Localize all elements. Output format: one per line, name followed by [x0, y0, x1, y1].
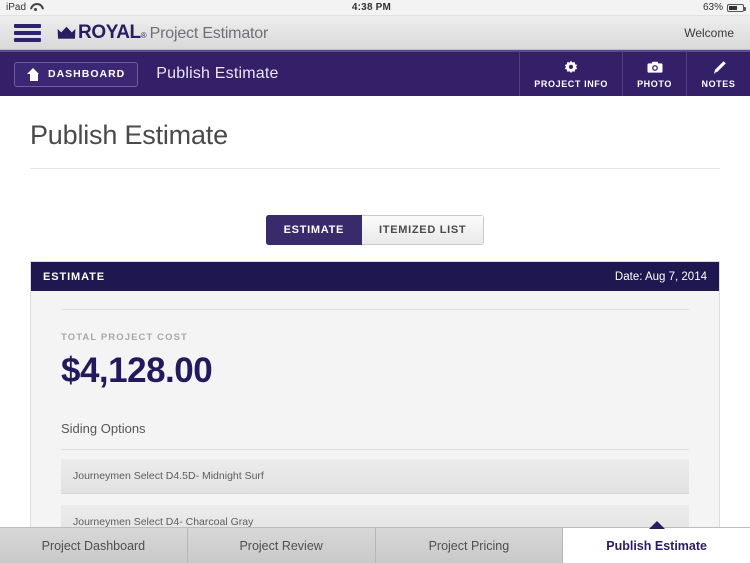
- hamburger-menu-icon[interactable]: [14, 23, 41, 42]
- tab-publish-estimate-label: Publish Estimate: [606, 538, 707, 553]
- battery-icon: [726, 3, 746, 12]
- home-icon: [27, 67, 40, 81]
- brand-header: ROYAL ® Project Estimator Welcome: [0, 16, 750, 50]
- ios-status-bar: iPad 4:38 PM 63%: [0, 0, 750, 16]
- photo-label: PHOTO: [637, 78, 672, 89]
- crown-icon: [57, 26, 76, 39]
- status-right: 63%: [702, 2, 746, 13]
- nav-left-group: DASHBOARD Publish Estimate: [0, 52, 519, 96]
- welcome-label[interactable]: Welcome: [684, 26, 734, 40]
- logo-registered-mark: ®: [140, 30, 147, 40]
- project-info-button[interactable]: PROJECT INFO: [519, 52, 622, 96]
- tab-project-pricing[interactable]: Project Pricing: [375, 528, 564, 563]
- title-divider: [30, 168, 720, 169]
- wifi-icon: [30, 3, 40, 12]
- active-tab-caret-icon: [648, 521, 665, 529]
- logo-subtitle: Project Estimator: [149, 24, 269, 42]
- logo-royal-text: ROYAL: [78, 21, 141, 43]
- device-label: iPad: [6, 2, 27, 13]
- list-item[interactable]: Journeymen Select D4.5D- Midnight Surf: [61, 459, 689, 494]
- app-logo: ROYAL ® Project Estimator: [57, 22, 268, 44]
- tab-publish-estimate[interactable]: Publish Estimate: [563, 521, 750, 563]
- dashboard-button-label: DASHBOARD: [48, 68, 126, 80]
- dashboard-button[interactable]: DASHBOARD: [14, 61, 139, 87]
- estimate-card-header: ESTIMATE Date: Aug 7, 2014: [31, 262, 719, 291]
- estimate-card: ESTIMATE Date: Aug 7, 2014 TOTAL PROJECT…: [30, 261, 720, 540]
- notes-button[interactable]: NOTES: [686, 52, 750, 96]
- project-info-label: PROJECT INFO: [534, 78, 608, 89]
- estimate-card-title: ESTIMATE: [43, 270, 105, 283]
- siding-options-divider: [61, 449, 689, 450]
- status-clock: 4:38 PM: [351, 2, 392, 13]
- total-cost-value: $4,128.00: [61, 351, 213, 390]
- card-top-divider: [61, 309, 689, 310]
- total-cost-label: TOTAL PROJECT COST: [61, 332, 188, 343]
- tab-estimate[interactable]: ESTIMATE: [265, 215, 363, 245]
- gear-icon: [563, 60, 579, 76]
- status-left: iPad: [6, 2, 40, 13]
- view-toggle: ESTIMATE ITEMIZED LIST: [30, 215, 720, 245]
- view-toggle-group: ESTIMATE ITEMIZED LIST: [265, 215, 485, 245]
- tab-project-dashboard[interactable]: Project Dashboard: [0, 528, 188, 563]
- camera-icon: [647, 60, 663, 76]
- bottom-tab-bar: Project Dashboard Project Review Project…: [0, 521, 750, 563]
- estimate-card-date: Date: Aug 7, 2014: [614, 270, 707, 283]
- nav-tools-group: PROJECT INFO PHOTO NOTES: [519, 52, 750, 96]
- notes-label: NOTES: [701, 78, 736, 89]
- app-screen: iPad 4:38 PM 63% ROYAL ® Project Estimat…: [0, 0, 750, 563]
- page-content: Publish Estimate ESTIMATE ITEMIZED LIST …: [0, 96, 750, 540]
- pencil-icon: [711, 60, 727, 76]
- estimate-card-body: TOTAL PROJECT COST $4,128.00 Siding Opti…: [31, 291, 719, 540]
- photo-button[interactable]: PHOTO: [622, 52, 686, 96]
- page-title: Publish Estimate: [30, 120, 228, 150]
- siding-options-title: Siding Options: [61, 421, 146, 436]
- battery-percent-label: 63%: [702, 2, 723, 13]
- tab-project-review[interactable]: Project Review: [187, 528, 376, 563]
- primary-nav-bar: DASHBOARD Publish Estimate PROJECT INFO: [0, 50, 750, 96]
- nav-page-title: Publish Estimate: [156, 65, 279, 82]
- tab-itemized-list[interactable]: ITEMIZED LIST: [362, 215, 485, 245]
